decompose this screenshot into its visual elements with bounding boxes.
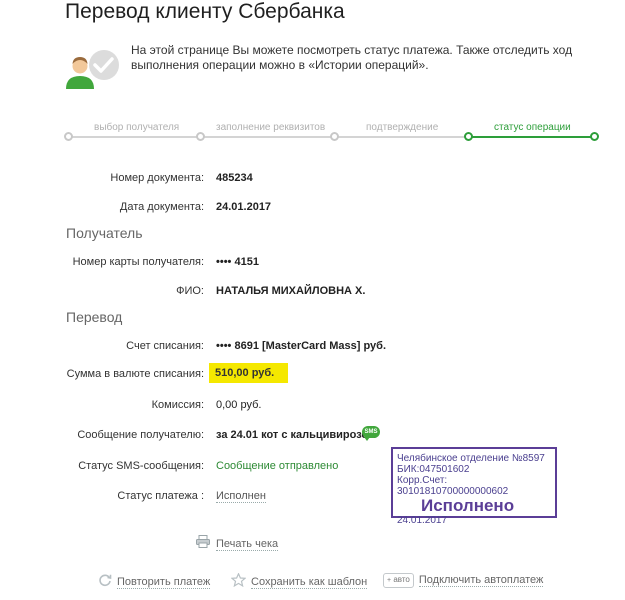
recipient-section-title: Получатель [66, 225, 143, 241]
doc-date-label: Дата документа: [119, 201, 204, 213]
stamp-bik: БИК:047501602 [397, 464, 470, 475]
step-fill-details: заполнение реквизитов [216, 122, 326, 133]
recipient-name-label: ФИО: [176, 285, 204, 297]
step-dot-end [590, 132, 599, 141]
info-text: На этой странице Вы можете посмотреть ст… [131, 43, 573, 72]
message-value: за 24.01 кот с кальцивирозом [216, 429, 377, 441]
print-receipt-link[interactable]: Печать чека [196, 535, 279, 553]
commission-value: 0,00 руб. [216, 399, 262, 411]
doc-number-value: 485234 [216, 172, 253, 184]
auto-badge-icon: + авто [383, 573, 414, 588]
save-template-button[interactable]: Сохранить как шаблон [230, 572, 368, 592]
step-dot-2 [196, 132, 205, 141]
connect-autopayment-label: Подключить автоплатеж [418, 574, 544, 587]
account-value: •••• 8691 [MasterCard Mass] руб. [216, 340, 387, 352]
payment-status-value: Исполнен [216, 490, 266, 503]
page-title: Перевод клиенту Сбербанка [65, 0, 345, 23]
doc-number-label: Номер документа: [110, 172, 204, 184]
step-confirmation: подтверждение [366, 122, 439, 133]
stamp-branch: Челябинское отделение №8597 [397, 453, 545, 464]
commission-label: Комиссия: [151, 399, 204, 411]
step-dot-4 [464, 132, 473, 141]
connect-autopayment-button[interactable]: + авто Подключить автоплатеж [383, 573, 544, 588]
print-receipt-label: Печать чека [216, 537, 279, 551]
sms-icon: SMS [362, 426, 380, 441]
bank-stamp: Челябинское отделение №8597 БИК:04750160… [391, 447, 557, 526]
repeat-payment-button[interactable]: Повторить платеж [98, 573, 211, 592]
step-dot-3 [330, 132, 339, 141]
repeat-payment-label: Повторить платеж [117, 576, 211, 589]
stamp-date: 24.01.2017 [397, 515, 448, 526]
step-dot-1 [64, 132, 73, 141]
payment-status-label: Статус платежа : [117, 490, 204, 502]
sms-status-label: Статус SMS-сообщения: [78, 460, 204, 472]
recipient-card-label: Номер карты получателя: [72, 256, 204, 268]
amount-label: Сумма в валюте списания: [66, 368, 204, 380]
star-icon [230, 572, 247, 592]
amount-value: 510,00 руб. [209, 363, 288, 383]
recipient-name-value: НАТАЛЬЯ МИХАЙЛОВНА Х. [216, 285, 366, 297]
steps-track-active [468, 136, 595, 138]
step-operation-status: статус операции [494, 122, 571, 133]
save-template-label: Сохранить как шаблон [251, 576, 368, 589]
step-select-recipient: выбор получателя [94, 122, 180, 133]
account-label: Счет списания: [126, 340, 204, 352]
stamp-status: Исполнено [421, 496, 515, 515]
user-document-icon [64, 49, 122, 91]
refresh-icon [98, 573, 112, 592]
printer-icon [196, 535, 210, 553]
stamp-corr-account: Корр.Счет: 30101810700000000602 [397, 475, 509, 497]
message-label: Сообщение получателю: [77, 429, 204, 441]
sms-status-value: Сообщение отправлено [216, 460, 339, 472]
doc-date-value: 24.01.2017 [216, 201, 272, 213]
recipient-card-value: •••• 4151 [216, 256, 259, 268]
transfer-section-title: Перевод [66, 309, 123, 325]
